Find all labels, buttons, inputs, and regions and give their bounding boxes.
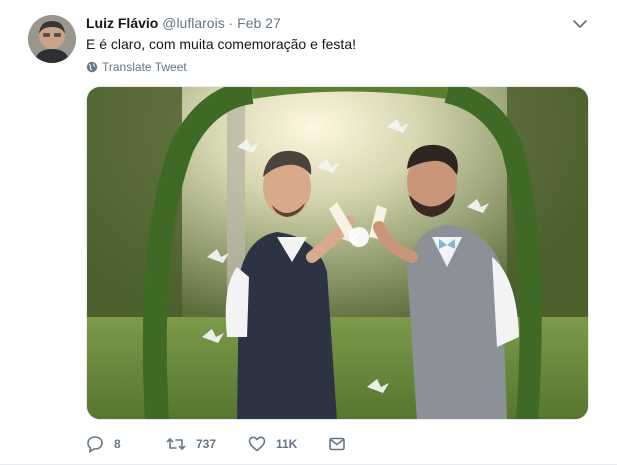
tweet-photo[interactable]: [86, 86, 589, 420]
retweet-count: 737: [196, 437, 217, 451]
avatar[interactable]: [28, 15, 76, 63]
wedding-photo-image: [87, 87, 588, 419]
tweet-actions: 8 737 11K: [86, 432, 506, 456]
reply-icon: [87, 436, 103, 453]
author-handle[interactable]: @luflarois: [162, 15, 224, 31]
like-button[interactable]: 11K: [248, 432, 297, 456]
tweet-date[interactable]: Feb 27: [237, 15, 281, 31]
dm-button[interactable]: [328, 432, 346, 456]
tweet-card[interactable]: Luiz Flávio @luflarois · Feb 27 E é clar…: [0, 0, 617, 465]
retweet-icon: [166, 438, 186, 450]
translate-tweet-link[interactable]: Translate Tweet: [86, 60, 187, 74]
dm-icon: [329, 437, 345, 451]
like-count: 11K: [276, 437, 298, 451]
avatar-image: [28, 15, 76, 63]
globe-icon: [86, 61, 98, 73]
tweet-text: E é claro, com muita comemoração e festa…: [86, 36, 356, 52]
like-icon: [248, 436, 266, 452]
more-caret-icon[interactable]: [572, 16, 588, 32]
tweet-header: Luiz Flávio @luflarois · Feb 27: [86, 14, 281, 32]
translate-label: Translate Tweet: [102, 60, 187, 74]
author-name[interactable]: Luiz Flávio: [86, 15, 158, 31]
header-separator: ·: [228, 15, 234, 31]
reply-count: 8: [114, 437, 121, 451]
retweet-button[interactable]: 737: [166, 432, 216, 456]
reply-button[interactable]: 8: [86, 432, 121, 456]
